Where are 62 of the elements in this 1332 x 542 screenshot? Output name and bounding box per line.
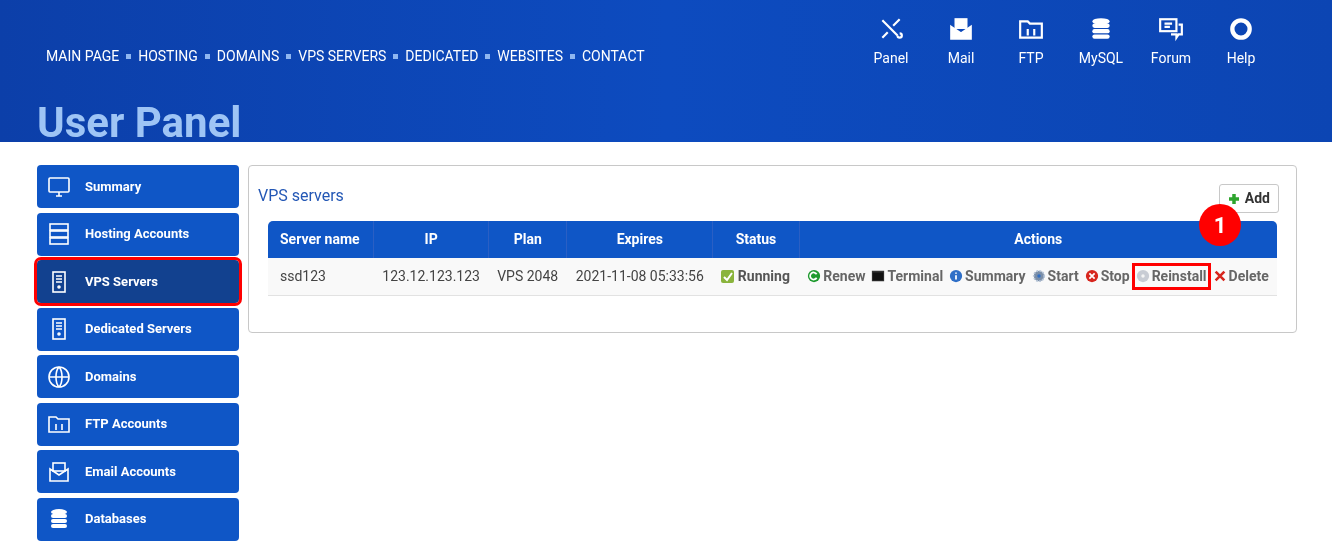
callout-badge: 1 <box>1199 204 1241 246</box>
nav-link[interactable]: CONTACT <box>582 46 645 67</box>
plus-icon <box>1227 192 1240 205</box>
disc-icon <box>1135 269 1150 284</box>
info-icon <box>949 269 964 284</box>
action-link[interactable]: Delete <box>1211 265 1270 287</box>
separator-icon <box>286 54 292 59</box>
sidebar-item[interactable]: Summary <box>37 165 239 208</box>
sidebar-item[interactable]: VPS Servers <box>37 260 239 303</box>
table-cell: ssd123 <box>268 258 374 295</box>
action-link[interactable]: Summary <box>948 265 1027 287</box>
shortcut-link[interactable]: Mail <box>926 16 996 69</box>
sidebar-item[interactable]: Hosting Accounts <box>37 212 239 256</box>
terminal-icon <box>871 269 886 284</box>
table-cell: 2021-11-08 05:33:56 <box>566 258 713 295</box>
sidebar-item[interactable]: Dedicated Servers <box>37 307 239 351</box>
shortcut-link[interactable]: MySQL <box>1066 16 1136 69</box>
refresh-icon <box>807 269 822 284</box>
envelope-icon <box>47 459 71 484</box>
globe-icon <box>47 364 71 389</box>
nav-link[interactable]: MAIN PAGE <box>46 46 120 67</box>
action-link[interactable]: Terminal <box>870 265 945 287</box>
nav-link[interactable]: DOMAINS <box>216 46 280 67</box>
separator-icon <box>393 54 399 59</box>
status-text: Running <box>737 266 790 286</box>
envelope-icon <box>948 16 974 42</box>
sidebar-item[interactable]: Domains <box>37 355 239 398</box>
table-cell: 123.12.123.123 <box>373 258 489 295</box>
column-header: Server name <box>268 221 374 258</box>
column-header: Expires <box>566 221 713 258</box>
stop-icon <box>1084 269 1099 284</box>
panel-title: VPS servers <box>258 184 344 207</box>
column-header: IP <box>373 221 489 258</box>
sidebar-item[interactable]: Databases <box>37 497 239 541</box>
monitor-icon <box>47 174 71 199</box>
cross-icon <box>1212 269 1227 284</box>
nav-link[interactable]: WEBSITES <box>497 46 563 67</box>
separator-icon <box>570 54 575 59</box>
chat-icon <box>1158 16 1184 42</box>
gear-icon <box>1031 269 1046 284</box>
separator-icon <box>204 54 210 59</box>
column-header: Plan <box>488 221 567 258</box>
sidebar-item[interactable]: Email Accounts <box>37 450 239 493</box>
separator-icon <box>126 54 132 59</box>
sidebar-item[interactable]: FTP Accounts <box>37 402 239 446</box>
shortcut-link[interactable]: Panel <box>856 16 926 69</box>
shortcut-link[interactable]: Forum <box>1136 16 1206 69</box>
action-link[interactable]: Start <box>1030 265 1080 287</box>
shortcut-link[interactable]: Help <box>1206 16 1276 69</box>
checkbox-icon <box>720 269 734 283</box>
separator-icon <box>485 54 491 59</box>
action-link[interactable]: Reinstall <box>1134 265 1208 287</box>
action-link[interactable]: Renew <box>806 265 867 287</box>
server-rack-icon <box>47 222 71 246</box>
shortcut-link[interactable]: FTP <box>996 16 1066 69</box>
table-cell: VPS 2048 <box>488 258 567 295</box>
action-link[interactable]: Stop <box>1083 265 1131 287</box>
nav-link[interactable]: DEDICATED <box>405 46 479 67</box>
nav-link[interactable]: HOSTING <box>138 46 198 67</box>
nav-link[interactable]: VPS SERVERS <box>298 46 387 67</box>
column-header: Status <box>712 221 800 258</box>
page-title: User Panel <box>37 103 243 142</box>
